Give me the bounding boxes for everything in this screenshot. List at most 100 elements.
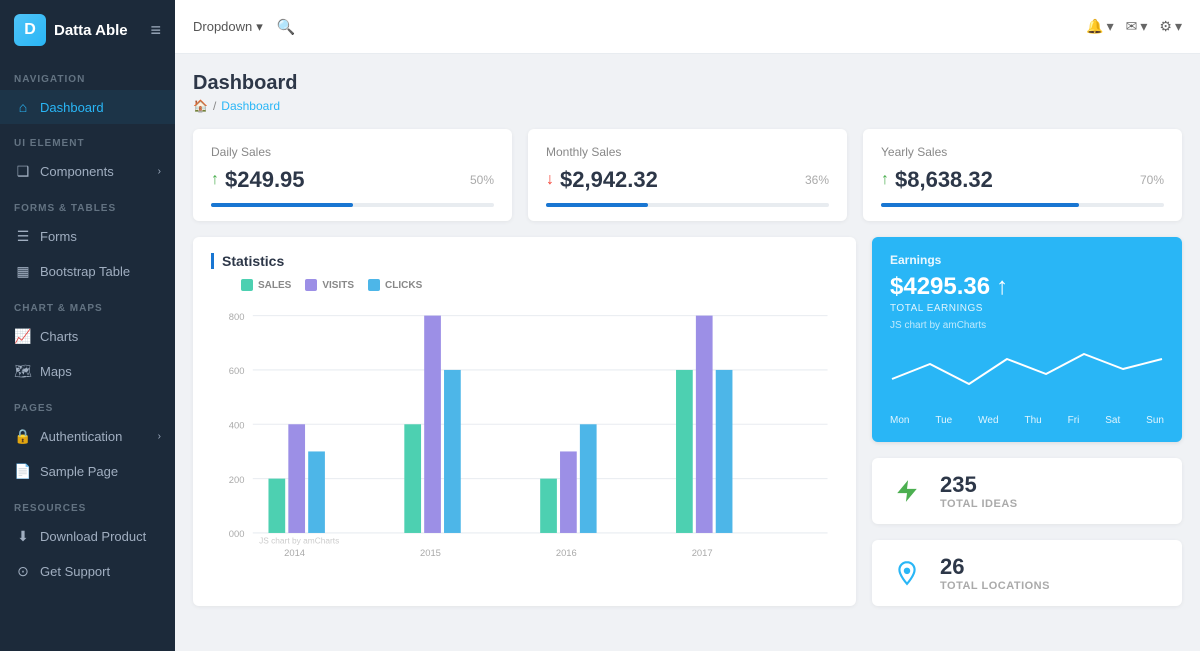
svg-text:200: 200 <box>229 474 245 485</box>
svg-text:400: 400 <box>229 419 245 430</box>
menu-toggle-icon[interactable]: ≡ <box>150 20 161 41</box>
main-content: Dropdown ▾ 🔍 🔔 ▾ ✉ ▾ ⚙ ▾ Dashboard 🏠 / D… <box>175 0 1200 651</box>
statistics-header: Statistics <box>211 253 838 269</box>
day-thu: Thu <box>1024 415 1041 426</box>
sidebar-item-label: Forms <box>40 229 77 244</box>
sidebar-item-forms[interactable]: ☰ Forms <box>0 219 175 254</box>
legend-clicks: CLICKS <box>368 279 422 291</box>
sidebar-item-label: Download Product <box>40 529 146 544</box>
ui-element-section-label: UI ELEMENT <box>0 124 175 154</box>
day-mon: Mon <box>890 415 909 426</box>
support-icon: ⊙ <box>14 563 32 580</box>
sidebar-item-dashboard[interactable]: ⌂ Dashboard <box>0 90 175 124</box>
svg-text:600: 600 <box>229 365 245 376</box>
svg-text:JS chart by amCharts: JS chart by amCharts <box>259 535 339 545</box>
search-icon[interactable]: 🔍 <box>277 18 296 36</box>
forms-icon: ☰ <box>14 228 32 245</box>
chart-maps-section-label: CHART & MAPS <box>0 289 175 319</box>
svg-text:2014: 2014 <box>284 547 305 558</box>
legend-dot-sales <box>241 279 253 291</box>
earnings-arrow-icon: ↑ <box>996 273 1008 301</box>
statistics-title: Statistics <box>211 253 284 269</box>
download-icon: ⬇ <box>14 528 32 545</box>
earnings-sub-label: TOTAL EARNINGS <box>890 303 1164 314</box>
monthly-sales-progress-bg <box>546 203 829 207</box>
daily-sales-value-row: ↑ $249.95 50% <box>211 167 494 193</box>
gear-icon: ⚙ <box>1159 18 1172 35</box>
home-icon: ⌂ <box>14 99 32 115</box>
monthly-sales-progress-fill <box>546 203 648 207</box>
sidebar-item-support[interactable]: ⊙ Get Support <box>0 554 175 589</box>
statistics-card: Statistics SALES VISITS CLICKS <box>193 237 856 606</box>
forms-tables-section-label: FORMS & TABLES <box>0 189 175 219</box>
sidebar-item-label: Dashboard <box>40 100 104 115</box>
yearly-sales-label: Yearly Sales <box>881 145 1164 159</box>
sidebar-item-download[interactable]: ⬇ Download Product <box>0 519 175 554</box>
topbar-dropdown[interactable]: Dropdown ▾ <box>193 19 263 35</box>
breadcrumb-home-icon: 🏠 <box>193 99 208 113</box>
legend-label-sales: SALES <box>258 280 291 291</box>
monthly-sales-percent: 36% <box>805 173 829 187</box>
sidebar-item-label: Bootstrap Table <box>40 264 130 279</box>
sidebar-brand: D Datta Able ≡ <box>0 0 175 60</box>
right-panel: Earnings $4295.36 ↑ TOTAL EARNINGS JS ch… <box>872 237 1182 606</box>
resources-section-label: RESOURCES <box>0 489 175 519</box>
dropdown-chevron-icon: ▾ <box>256 19 263 35</box>
sidebar-item-authentication[interactable]: 🔒 Authentication › <box>0 419 175 454</box>
legend-label-visits: VISITS <box>322 280 354 291</box>
sidebar-item-sample-page[interactable]: 📄 Sample Page <box>0 454 175 489</box>
yearly-sales-progress-bg <box>881 203 1164 207</box>
legend-visits: VISITS <box>305 279 354 291</box>
pages-section-label: PAGES <box>0 389 175 419</box>
table-icon: ▦ <box>14 263 32 280</box>
stats-cards-row: Daily Sales ↑ $249.95 50% Monthly Sales <box>193 129 1182 221</box>
legend-dot-visits <box>305 279 317 291</box>
day-sat: Sat <box>1105 415 1120 426</box>
arrow-up-icon: ↑ <box>211 171 219 189</box>
sidebar-item-components[interactable]: ❑ Components › <box>0 154 175 189</box>
day-fri: Fri <box>1068 415 1080 426</box>
breadcrumb: 🏠 / Dashboard <box>193 99 1182 113</box>
daily-sales-percent: 50% <box>470 173 494 187</box>
yearly-sales-card: Yearly Sales ↑ $8,638.32 70% <box>863 129 1182 221</box>
content-area: Dashboard 🏠 / Dashboard Daily Sales ↑ $2… <box>175 54 1200 651</box>
legend-dot-clicks <box>368 279 380 291</box>
sidebar-item-bootstrap-table[interactable]: ▦ Bootstrap Table <box>0 254 175 289</box>
ideas-icon <box>888 472 926 510</box>
bell-button[interactable]: 🔔 ▾ <box>1086 18 1113 35</box>
location-icon <box>888 554 926 592</box>
locations-label: TOTAL LOCATIONS <box>940 580 1050 592</box>
svg-text:000: 000 <box>229 528 245 539</box>
nav-section-label: NAVIGATION <box>0 60 175 90</box>
yearly-sales-progress-fill <box>881 203 1079 207</box>
monthly-sales-value: ↓ $2,942.32 <box>546 167 658 193</box>
sidebar-item-label: Sample Page <box>40 464 118 479</box>
gear-chevron: ▾ <box>1175 18 1182 35</box>
day-wed: Wed <box>978 415 998 426</box>
sidebar-item-maps[interactable]: 🗺 Maps <box>0 354 175 389</box>
total-ideas-card: 235 TOTAL IDEAS <box>872 458 1182 524</box>
chevron-right-icon: › <box>158 431 161 442</box>
breadcrumb-separator: / <box>213 99 216 113</box>
dropdown-label: Dropdown <box>193 19 252 34</box>
legend-sales: SALES <box>241 279 291 291</box>
total-locations-card: 26 TOTAL LOCATIONS <box>872 540 1182 606</box>
yearly-sales-value: ↑ $8,638.32 <box>881 167 993 193</box>
day-tue: Tue <box>935 415 952 426</box>
ideas-value: 235 <box>940 472 1018 498</box>
daily-sales-label: Daily Sales <box>211 145 494 159</box>
chevron-right-icon: › <box>158 166 161 177</box>
bottom-row: Statistics SALES VISITS CLICKS <box>193 237 1182 606</box>
page-title: Dashboard <box>193 72 1182 95</box>
sidebar-item-label: Maps <box>40 364 72 379</box>
sidebar-item-charts[interactable]: 📈 Charts <box>0 319 175 354</box>
sidebar-item-label: Charts <box>40 329 78 344</box>
mail-button[interactable]: ✉ ▾ <box>1126 18 1148 35</box>
maps-icon: 🗺 <box>14 363 32 380</box>
bell-icon: 🔔 <box>1086 18 1103 35</box>
svg-text:2017: 2017 <box>692 547 713 558</box>
svg-text:2015: 2015 <box>420 547 441 558</box>
statistics-chart: 800 600 400 200 000 JS chart by amCharts <box>211 301 838 581</box>
breadcrumb-current: Dashboard <box>221 99 280 113</box>
settings-button[interactable]: ⚙ ▾ <box>1159 18 1182 35</box>
